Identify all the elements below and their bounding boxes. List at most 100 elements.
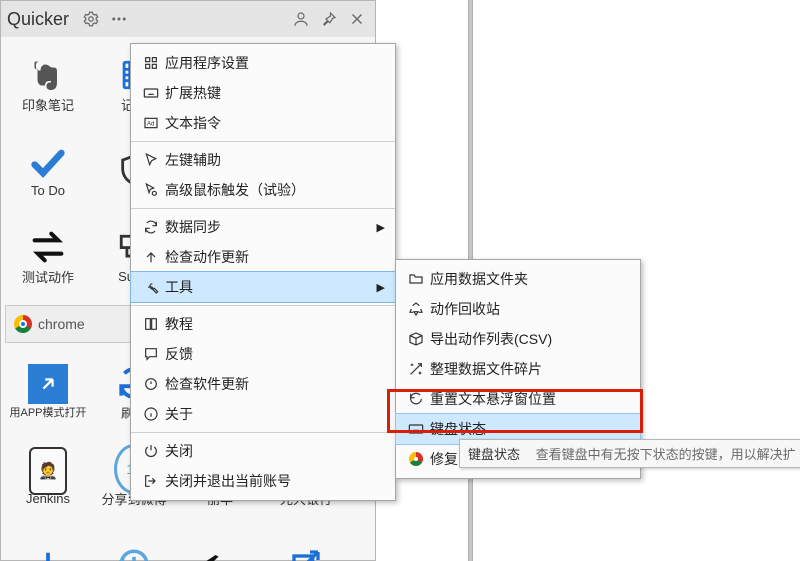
- menu-item-label: 检查软件更新: [165, 374, 371, 394]
- menu-item-label: 导出动作列表(CSV): [430, 329, 630, 349]
- menu-item-info[interactable]: 关于: [131, 399, 395, 429]
- svg-text:Ad: Ad: [147, 122, 154, 128]
- menu-item-label: 反馈: [165, 344, 371, 364]
- cursor-cog-icon: [137, 182, 165, 198]
- tooltip: 键盘状态 查看键盘中有无按下状态的按键，用以解决扩: [459, 439, 800, 468]
- exit-icon: [137, 473, 165, 489]
- user-button[interactable]: [289, 7, 313, 31]
- menu-item-cursor-cog[interactable]: 高级鼠标触发（试验）: [131, 175, 395, 205]
- menu-item-label: 教程: [165, 314, 371, 334]
- tile-label: 测试动作: [22, 267, 74, 286]
- menu-item-keyboard[interactable]: 扩展热键: [131, 78, 395, 108]
- menu-item-book[interactable]: 教程: [131, 309, 395, 339]
- pin-button[interactable]: [317, 7, 341, 31]
- sync-icon: [137, 219, 165, 235]
- menu-separator: [131, 141, 395, 142]
- tile-open-app[interactable]: 用APP模式打开: [5, 349, 91, 435]
- tile-bottom2[interactable]: [91, 521, 177, 561]
- open-app-icon: [28, 364, 68, 404]
- submenu-arrow-icon: ▶: [371, 281, 385, 294]
- menu-separator: [131, 432, 395, 433]
- menu-item-label: 文本指令: [165, 113, 371, 133]
- menu-item-label: 应用数据文件夹: [430, 269, 630, 289]
- menu-item-power[interactable]: 关闭: [131, 436, 395, 466]
- info-icon: [137, 406, 165, 422]
- download-icon: [28, 544, 68, 561]
- chrome-icon: [14, 315, 32, 333]
- menu-item-label: 关于: [165, 404, 371, 424]
- chat-icon: [137, 346, 165, 362]
- tile-label: 印象笔记: [22, 95, 74, 114]
- menu-item-update[interactable]: 检查软件更新: [131, 369, 395, 399]
- menu-item-label: 关闭: [165, 441, 371, 461]
- menu-item-label: 应用程序设置: [165, 53, 371, 73]
- settings-button[interactable]: [79, 7, 103, 31]
- submenu-item-0[interactable]: 应用数据文件夹: [396, 264, 640, 294]
- box-icon: [402, 331, 430, 347]
- tile-todo[interactable]: To Do: [5, 127, 91, 213]
- jenkins-icon: 🤵: [28, 451, 68, 491]
- up-arrow-icon: [137, 249, 165, 265]
- check-icon: [28, 143, 68, 183]
- submenu-item-4[interactable]: 重置文本悬浮窗位置: [396, 384, 640, 414]
- submenu-arrow-icon: ▶: [371, 221, 385, 234]
- keyboard-icon: [137, 85, 165, 101]
- menu-item-label: 检查动作更新: [165, 247, 371, 267]
- menu-item-sync[interactable]: 数据同步▶: [131, 212, 395, 242]
- cursor-icon: [137, 152, 165, 168]
- menu-item-chat[interactable]: 反馈: [131, 339, 395, 369]
- back-arrow-icon: [200, 544, 240, 561]
- submenu-item-2[interactable]: 导出动作列表(CSV): [396, 324, 640, 354]
- power-icon: [137, 443, 165, 459]
- menu-item-label: 键盘状态: [430, 419, 630, 439]
- titlebar: Quicker: [1, 1, 375, 37]
- grid-icon: [137, 55, 165, 71]
- magic-icon: [402, 361, 430, 377]
- tile-test-action[interactable]: 测试动作: [5, 213, 91, 299]
- menu-item-label: 关闭并退出当前账号: [165, 471, 371, 491]
- menu-item-wrench[interactable]: 工具▶: [131, 272, 395, 302]
- submenu-item-1[interactable]: 动作回收站: [396, 294, 640, 324]
- tile-bottom4[interactable]: [263, 521, 349, 561]
- wrench-icon: [137, 279, 165, 295]
- reset-icon: [402, 391, 430, 407]
- swap-icon: [28, 227, 68, 267]
- menu-separator: [131, 305, 395, 306]
- menu-item-label: 扩展热键: [165, 83, 371, 103]
- menu-item-label: 工具: [165, 277, 371, 297]
- tile-bottom1[interactable]: [5, 521, 91, 561]
- recycle-icon: [402, 301, 430, 317]
- menu-item-up-arrow[interactable]: 检查动作更新: [131, 242, 395, 272]
- chrome-icon: [402, 452, 430, 466]
- tile-bottom3[interactable]: [177, 521, 263, 561]
- tile-label: 用APP模式打开: [9, 404, 86, 420]
- menu-item-label: 动作回收站: [430, 299, 630, 319]
- menu-item-cursor[interactable]: 左键辅助: [131, 145, 395, 175]
- menu-item-exit[interactable]: 关闭并退出当前账号: [131, 466, 395, 496]
- menu-item-ad[interactable]: Ad 文本指令: [131, 108, 395, 138]
- menu-item-label: 整理数据文件碎片: [430, 359, 630, 379]
- external-icon: [286, 544, 326, 561]
- tile-evernote[interactable]: 印象笔记: [5, 41, 91, 127]
- close-button[interactable]: [345, 7, 369, 31]
- folder-icon: [402, 271, 430, 287]
- tooltip-desc: 查看键盘中有无按下状态的按键，用以解决扩: [536, 447, 796, 462]
- book-icon: [137, 316, 165, 332]
- menu-item-label: 高级鼠标触发（试验）: [165, 180, 371, 200]
- menu-separator: [131, 208, 395, 209]
- main-context-menu: 应用程序设置扩展热键 Ad 文本指令左键辅助高级鼠标触发（试验） 数据同步▶ 检查动作更…: [130, 43, 396, 501]
- update-icon: [137, 376, 165, 392]
- more-button[interactable]: [107, 7, 131, 31]
- tile-label: Jenkins: [26, 491, 70, 506]
- tile-label: chrome: [38, 316, 85, 332]
- tile-jenkins[interactable]: 🤵 Jenkins: [5, 435, 91, 521]
- keyboard-icon: [402, 421, 430, 437]
- ad-icon: Ad: [137, 115, 165, 131]
- menu-item-label: 重置文本悬浮窗位置: [430, 389, 630, 409]
- menu-item-grid[interactable]: 应用程序设置: [131, 48, 395, 78]
- menu-item-label: 左键辅助: [165, 150, 371, 170]
- app-title: Quicker: [7, 9, 69, 30]
- submenu-item-3[interactable]: 整理数据文件碎片: [396, 354, 640, 384]
- tile-label: To Do: [31, 183, 65, 198]
- evernote-icon: [28, 55, 68, 95]
